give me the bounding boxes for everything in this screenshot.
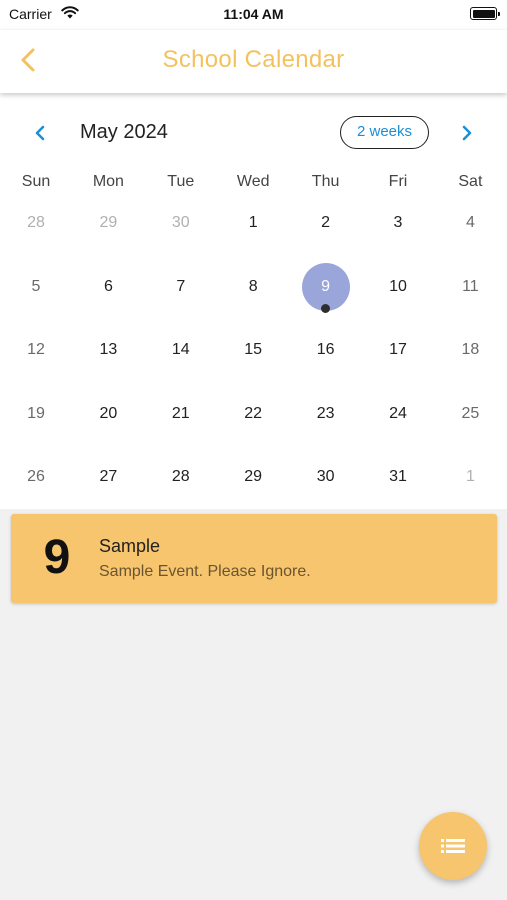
chevron-right-icon <box>462 125 472 141</box>
calendar-day-25[interactable]: 25 <box>434 389 506 439</box>
calendar-day-4[interactable]: 4 <box>434 198 506 248</box>
list-icon <box>441 839 465 853</box>
calendar-day-28[interactable]: 28 <box>0 198 72 248</box>
day-number: 20 <box>99 404 118 422</box>
day-number: 3 <box>393 214 403 231</box>
weekday-tue: Tue <box>167 173 195 190</box>
day-number: 4 <box>465 214 475 231</box>
calendar-day-31[interactable]: 31 <box>362 452 434 502</box>
next-month-button[interactable] <box>455 121 479 145</box>
day-number: 13 <box>99 341 118 358</box>
day-number: 6 <box>103 277 113 295</box>
event-description: Sample Event. Please Ignore. <box>99 563 311 580</box>
day-number: 25 <box>461 404 480 422</box>
format-toggle-button[interactable]: 2 weeks <box>340 116 429 149</box>
day-number: 17 <box>389 341 407 358</box>
calendar-day-28[interactable]: 28 <box>145 452 217 502</box>
day-number: 1 <box>248 214 258 231</box>
day-number: 24 <box>389 404 407 422</box>
calendar-day-23[interactable]: 23 <box>290 389 362 439</box>
calendar-day-30[interactable]: 30 <box>290 452 362 502</box>
calendar-day-15[interactable]: 15 <box>217 325 289 375</box>
day-number: 11 <box>462 277 479 295</box>
day-number: 31 <box>389 468 407 485</box>
calendar-day-12[interactable]: 12 <box>0 325 72 375</box>
calendar-day-5[interactable]: 5 <box>0 262 72 312</box>
day-number: 30 <box>316 468 335 485</box>
calendar-day-21[interactable]: 21 <box>145 389 217 439</box>
calendar-day-24[interactable]: 24 <box>362 389 434 439</box>
app-header: School Calendar <box>0 30 507 93</box>
calendar-day-16[interactable]: 16 <box>290 325 362 375</box>
calendar-day-17[interactable]: 17 <box>362 325 434 375</box>
day-number: 2 <box>321 214 331 231</box>
calendar: May 2024 2 weeks Sun Mon Tue Wed Thu Fri Sat 2… <box>0 93 507 509</box>
chevron-left-icon <box>35 125 45 141</box>
day-number: 12 <box>27 341 45 358</box>
calendar-day-7[interactable]: 7 <box>145 262 217 312</box>
day-number: 23 <box>316 404 335 422</box>
status-time: 11:04 AM <box>223 6 284 22</box>
day-number: 16 <box>316 341 335 358</box>
calendar-day-8[interactable]: 8 <box>217 262 289 312</box>
day-number: 26 <box>27 468 45 485</box>
event-title: Sample <box>99 536 161 556</box>
calendar-day-6[interactable]: 6 <box>72 262 144 312</box>
calendar-day-11[interactable]: 11 <box>434 262 506 312</box>
day-number: 29 <box>99 214 118 231</box>
day-number: 18 <box>461 341 480 358</box>
weekday-mon: Mon <box>92 173 124 190</box>
status-bar: Carrier 11:04 AM <box>0 0 507 30</box>
event-card[interactable]: 9 Sample Sample Event. Please Ignore. <box>11 514 497 603</box>
calendar-day-20[interactable]: 20 <box>72 389 144 439</box>
day-number: 21 <box>171 404 190 422</box>
previous-month-button[interactable] <box>28 121 52 145</box>
day-number: 15 <box>244 341 263 358</box>
event-list-button[interactable] <box>419 812 487 880</box>
weekday-fri: Fri <box>388 173 408 190</box>
day-number: 8 <box>248 277 258 295</box>
calendar-day-10[interactable]: 10 <box>362 262 434 312</box>
month-title: May 2024 <box>80 121 168 143</box>
calendar-day-29[interactable]: 29 <box>217 452 289 502</box>
day-number: 1 <box>465 468 475 485</box>
day-number: 7 <box>176 277 186 295</box>
day-number: 28 <box>27 214 45 231</box>
day-number: 14 <box>171 341 190 358</box>
day-number: 30 <box>171 214 190 231</box>
calendar-day-29[interactable]: 29 <box>72 198 144 248</box>
page-title: School Calendar <box>162 46 345 73</box>
day-number: 22 <box>244 404 263 422</box>
calendar-day-2[interactable]: 2 <box>290 198 362 248</box>
event-marker-dot <box>320 303 330 313</box>
day-number: 28 <box>171 468 190 485</box>
weekday-sun: Sun <box>21 173 51 190</box>
day-number: 27 <box>99 468 118 485</box>
calendar-day-18[interactable]: 18 <box>434 325 506 375</box>
calendar-day-13[interactable]: 13 <box>72 325 144 375</box>
calendar-day-9[interactable]: 9 <box>290 262 362 313</box>
calendar-day-26[interactable]: 26 <box>0 452 72 502</box>
day-number: 5 <box>31 277 41 295</box>
event-day-number: 9 <box>43 531 71 584</box>
weekday-thu: Thu <box>311 173 340 190</box>
battery-icon <box>470 7 500 20</box>
calendar-day-14[interactable]: 14 <box>145 325 217 375</box>
calendar-day-30[interactable]: 30 <box>145 198 217 248</box>
calendar-day-22[interactable]: 22 <box>217 389 289 439</box>
calendar-day-1[interactable]: 1 <box>217 198 289 248</box>
weekday-sat: Sat <box>458 173 483 190</box>
calendar-day-27[interactable]: 27 <box>72 452 144 502</box>
weekday-wed: Wed <box>236 173 270 190</box>
day-number: 19 <box>27 404 45 422</box>
day-number: 29 <box>244 468 263 485</box>
calendar-day-19[interactable]: 19 <box>0 389 72 439</box>
day-number: 10 <box>389 277 407 295</box>
calendar-day-3[interactable]: 3 <box>362 198 434 248</box>
day-number: 9 <box>321 277 331 295</box>
calendar-day-1[interactable]: 1 <box>434 452 506 502</box>
